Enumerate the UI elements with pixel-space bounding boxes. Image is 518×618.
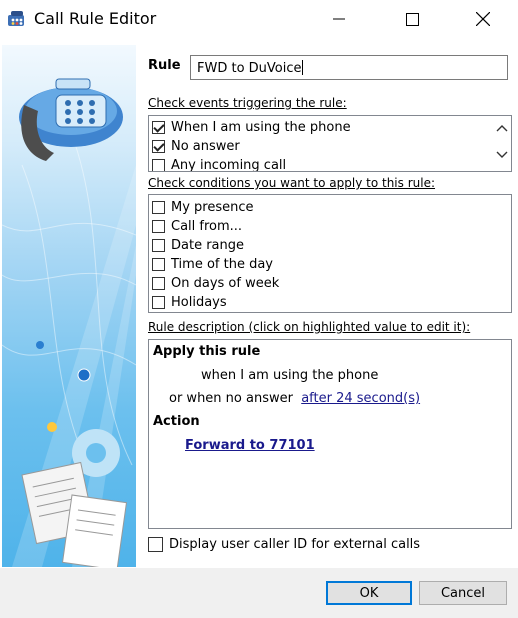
maximize-button[interactable] — [389, 0, 435, 38]
external-caller-id-label: Display user caller ID for external call… — [169, 537, 421, 552]
description-section-label: Rule description (click on highlighted v… — [148, 320, 471, 334]
close-icon — [476, 12, 490, 26]
rule-label: Rule — [148, 58, 181, 73]
event-checkbox-using-phone[interactable] — [152, 121, 165, 134]
condition-checkbox-my-presence[interactable] — [152, 201, 165, 214]
no-answer-timeout-link[interactable]: after 24 second(s) — [301, 391, 420, 406]
events-scrollbar[interactable] — [493, 116, 511, 171]
condition-item-call-from[interactable]: Call from... — [152, 217, 242, 236]
conditions-list[interactable]: My presence Call from... Date range Time… — [148, 194, 512, 313]
action-line: Forward to 77101 — [185, 438, 315, 453]
event-label-using-phone: When I am using the phone — [171, 120, 351, 135]
condition-checkbox-holidays[interactable] — [152, 296, 165, 309]
event-label-no-answer: No answer — [171, 139, 240, 154]
condition-item-days-of-week[interactable]: On days of week — [152, 274, 279, 293]
event-checkbox-any-incoming-call[interactable] — [152, 159, 165, 171]
condition-item-date-range[interactable]: Date range — [152, 236, 244, 255]
maximize-icon — [405, 12, 419, 26]
condition-checkbox-time-of-day[interactable] — [152, 258, 165, 271]
condition-checkbox-date-range[interactable] — [152, 239, 165, 252]
minimize-button[interactable] — [316, 0, 362, 38]
condition-item-holidays[interactable]: Holidays — [152, 293, 227, 312]
event-item-any-incoming-call[interactable]: Any incoming call — [152, 156, 287, 172]
description-line-2-prefix: or when no answer — [169, 391, 293, 406]
chevron-down-icon[interactable] — [496, 149, 508, 162]
ok-button[interactable]: OK — [326, 581, 412, 605]
condition-item-time-of-day[interactable]: Time of the day — [152, 255, 273, 274]
condition-label-holidays: Holidays — [171, 295, 227, 310]
description-line-1: when I am using the phone — [201, 368, 379, 383]
event-label-any-incoming-call: Any incoming call — [171, 158, 287, 172]
text-caret — [301, 60, 303, 75]
external-caller-id-option[interactable]: Display user caller ID for external call… — [148, 537, 420, 552]
external-caller-id-checkbox[interactable] — [148, 537, 163, 552]
conditions-section-label: Check conditions you want to apply to th… — [148, 176, 436, 190]
chevron-up-icon[interactable] — [496, 122, 508, 135]
events-section-label: Check events triggering the rule: — [148, 96, 347, 110]
forward-target-link[interactable]: Forward to 77101 — [185, 438, 315, 453]
event-item-using-phone[interactable]: When I am using the phone — [152, 118, 351, 137]
close-button[interactable] — [460, 0, 506, 38]
action-heading: Action — [153, 414, 200, 429]
event-item-no-answer[interactable]: No answer — [152, 137, 240, 156]
event-checkbox-no-answer[interactable] — [152, 140, 165, 153]
condition-checkbox-days-of-week[interactable] — [152, 277, 165, 290]
condition-item-my-presence[interactable]: My presence — [152, 198, 254, 217]
apply-heading: Apply this rule — [153, 344, 261, 359]
rule-name-input[interactable]: FWD to DuVoice — [190, 55, 508, 80]
rule-description-box: Apply this rule when I am using the phon… — [148, 339, 512, 529]
events-list[interactable]: When I am using the phone No answer Any … — [148, 115, 512, 172]
phone-app-icon — [6, 9, 26, 29]
title-bar: Call Rule Editor — [0, 0, 518, 38]
condition-checkbox-call-from[interactable] — [152, 220, 165, 233]
condition-label-my-presence: My presence — [171, 200, 254, 215]
condition-label-days-of-week: On days of week — [171, 276, 280, 291]
telephone-icon — [19, 78, 123, 161]
condition-label-time-of-day: Time of the day — [171, 257, 273, 272]
rule-name-value: FWD to DuVoice — [197, 61, 302, 76]
condition-label-call-from: Call from... — [171, 219, 243, 234]
side-panel-art — [2, 78, 136, 567]
window-title: Call Rule Editor — [34, 9, 157, 28]
minimize-icon — [333, 18, 345, 20]
decorative-side-panel — [2, 45, 136, 567]
cancel-button[interactable]: Cancel — [419, 581, 507, 605]
condition-label-date-range: Date range — [171, 238, 245, 253]
description-line-2: or when no answer after 24 second(s) — [169, 391, 420, 406]
